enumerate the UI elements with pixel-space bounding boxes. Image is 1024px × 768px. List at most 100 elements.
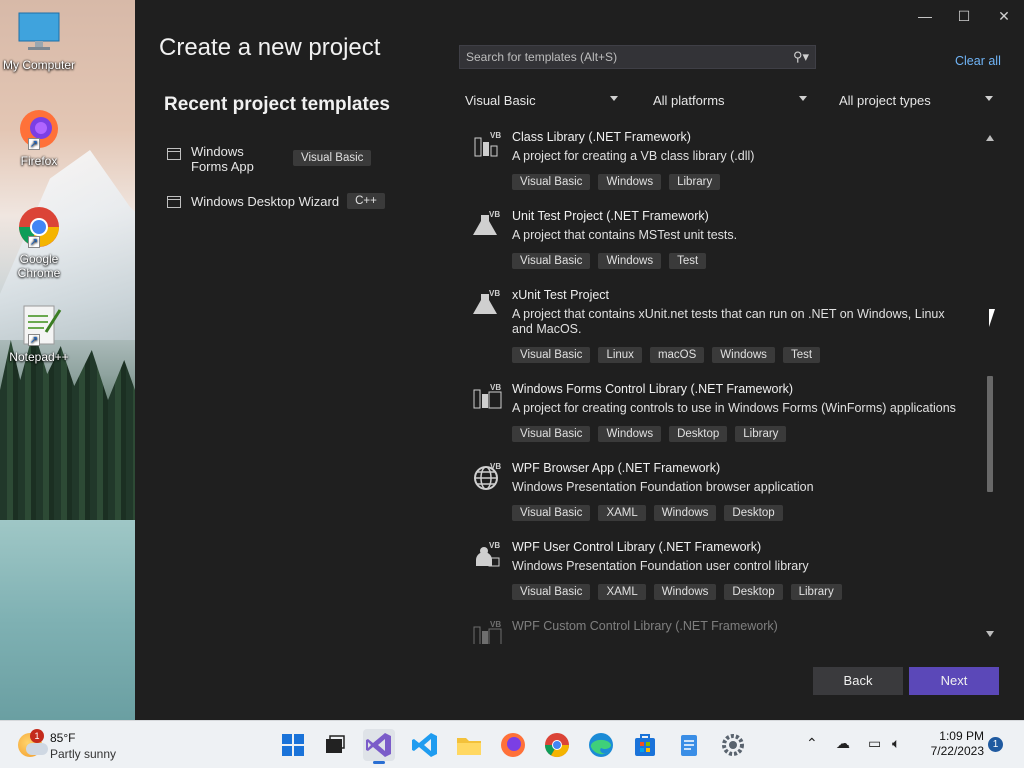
tag-badge: Test (669, 253, 707, 269)
desktop-icon-chrome[interactable]: ↗ Google Chrome (0, 204, 78, 280)
vb-test-flask-icon: VB (473, 288, 503, 318)
project-type-filter-value: All project types (839, 93, 931, 108)
desktop-icon-notepadpp[interactable]: ↗ Notepad++ (0, 302, 78, 364)
monitor-icon (16, 10, 62, 56)
taskbar-chrome[interactable] (541, 729, 573, 761)
language-filter-dropdown[interactable]: Visual Basic (459, 89, 624, 113)
template-unit-test-project[interactable]: VB Unit Test Project (.NET Framework) A … (465, 203, 975, 279)
tag-badge: macOS (649, 347, 705, 363)
template-wpf-browser-app[interactable]: VB WPF Browser App (.NET Framework) Wind… (465, 455, 975, 531)
template-name: xUnit Test Project (512, 288, 610, 302)
template-tags: Visual Basic Windows Library (512, 174, 721, 190)
taskbar-notepad[interactable] (673, 729, 705, 761)
template-xunit-test-project[interactable]: VB xUnit Test Project A project that con… (465, 282, 975, 374)
taskbar-settings[interactable] (717, 729, 749, 761)
vb-control-library-icon: VB (473, 382, 503, 412)
vscode-icon (412, 733, 437, 757)
tag-badge: Visual Basic (512, 253, 591, 269)
taskbar-edge[interactable] (585, 729, 617, 761)
template-search-input[interactable]: Search for templates (Alt+S) ⚲▾ (459, 45, 816, 69)
vb-globe-icon: VB (473, 461, 503, 491)
chevron-down-icon (985, 96, 993, 101)
template-description: A project for creating a VB class librar… (512, 149, 755, 163)
taskbar-clock[interactable]: 1:09 PM 7/22/2023 (924, 729, 984, 759)
network-icon[interactable]: ▭ (868, 735, 881, 752)
firefox-icon (501, 733, 525, 757)
taskbar-store[interactable] (629, 729, 661, 761)
template-description: Windows Presentation Foundation browser … (512, 480, 814, 494)
close-button[interactable]: ✕ (984, 4, 1024, 28)
back-button[interactable]: Back (813, 667, 903, 695)
tag-badge: Windows (712, 347, 775, 363)
tag-badge: Windows (598, 174, 662, 190)
start-button[interactable] (277, 729, 309, 761)
template-tags: Visual Basic Windows Desktop Library (512, 426, 787, 442)
tag-badge: XAML (598, 584, 646, 600)
recent-template-windows-desktop-wizard[interactable]: Windows Desktop Wizard C++ (167, 193, 385, 209)
show-hidden-icons-button[interactable]: ⌃ (806, 735, 818, 752)
active-indicator (373, 761, 385, 764)
tag-badge: Library (790, 584, 842, 600)
task-view-icon (326, 735, 345, 753)
next-button[interactable]: Next (909, 667, 999, 695)
vb-test-flask-icon: VB (473, 209, 503, 239)
svg-text:VB: VB (490, 462, 501, 471)
template-description: A project that contains MSTest unit test… (512, 228, 738, 242)
vb-class-library-icon: VB (473, 130, 503, 160)
svg-text:VB: VB (490, 131, 501, 140)
scroll-up-icon[interactable] (986, 135, 994, 141)
notepad-icon (681, 735, 697, 756)
search-icon[interactable]: ⚲▾ (793, 49, 809, 65)
template-winforms-control-library[interactable]: VB Windows Forms Control Library (.NET F… (465, 376, 975, 452)
template-wpf-custom-control-library[interactable]: VB WPF Custom Control Library (.NET Fram… (465, 613, 975, 644)
taskbar: 1 85°F Partly sunny ⌃ ☁ ▭ 🔈︎ 1:09 PM 7/2… (0, 720, 1024, 768)
taskbar-file-explorer[interactable] (453, 729, 485, 761)
weather-temperature: 85°F (50, 731, 76, 745)
notification-count-badge[interactable]: 1 (988, 737, 1003, 752)
scroll-down-icon[interactable] (986, 631, 994, 637)
tag-badge: Windows (653, 584, 717, 600)
edge-icon (589, 733, 613, 757)
clear-all-link[interactable]: Clear all (955, 54, 1001, 68)
volume-icon[interactable]: 🔈︎ (892, 735, 900, 752)
desktop-icon-firefox[interactable]: ↗ Firefox (0, 106, 78, 168)
template-name: WPF Browser App (.NET Framework) (512, 461, 721, 475)
shortcut-arrow-icon: ↗ (28, 138, 40, 150)
platform-filter-dropdown[interactable]: All platforms (647, 89, 813, 113)
search-placeholder: Search for templates (Alt+S) (466, 50, 618, 64)
template-wpf-user-control-library[interactable]: VB WPF User Control Library (.NET Framew… (465, 534, 975, 610)
template-class-library[interactable]: VB Class Library (.NET Framework) A proj… (465, 124, 975, 200)
taskbar-vscode[interactable] (409, 729, 441, 761)
recent-template-windows-forms-app[interactable]: Windows Forms App Visual Basic (167, 144, 372, 174)
onedrive-offline-icon[interactable]: ☁ (836, 735, 850, 752)
tag-badge: XAML (598, 505, 646, 521)
project-type-filter-dropdown[interactable]: All project types (833, 89, 999, 113)
chevron-down-icon (799, 96, 807, 101)
minimize-button[interactable]: — (905, 4, 945, 28)
scrollbar-thumb[interactable] (987, 376, 993, 492)
weather-condition: Partly sunny (50, 747, 117, 761)
svg-text:VB: VB (490, 620, 501, 629)
page-title: Create a new project (159, 34, 381, 61)
recent-template-name: Windows Forms App (191, 144, 254, 174)
template-name: Unit Test Project (.NET Framework) (512, 209, 709, 223)
svg-text:VB: VB (489, 210, 500, 219)
tag-badge: Windows (598, 426, 662, 442)
mouse-cursor-icon (988, 308, 1001, 328)
desktop-icon-label: Firefox (20, 154, 58, 168)
desktop-icon-label: My Computer (2, 58, 76, 72)
taskbar-visual-studio[interactable] (363, 729, 395, 764)
tag-badge: Visual Basic (512, 584, 591, 600)
task-view-button[interactable] (319, 729, 351, 761)
weather-widget[interactable]: 1 85°F Partly sunny (18, 729, 148, 761)
taskbar-firefox[interactable] (497, 729, 529, 761)
template-list-scrollbar[interactable] (983, 132, 997, 640)
vb-user-control-icon: VB (473, 540, 503, 570)
tag-badge: Windows (653, 505, 717, 521)
desktop-icon-label: Google Chrome (17, 252, 61, 280)
maximize-button[interactable]: ☐ (944, 4, 984, 28)
template-name: Class Library (.NET Framework) (512, 130, 691, 144)
firefox-icon: ↗ (16, 106, 62, 152)
desktop-icon-my-computer[interactable]: My Computer (0, 10, 78, 72)
chevron-down-icon (610, 96, 618, 101)
